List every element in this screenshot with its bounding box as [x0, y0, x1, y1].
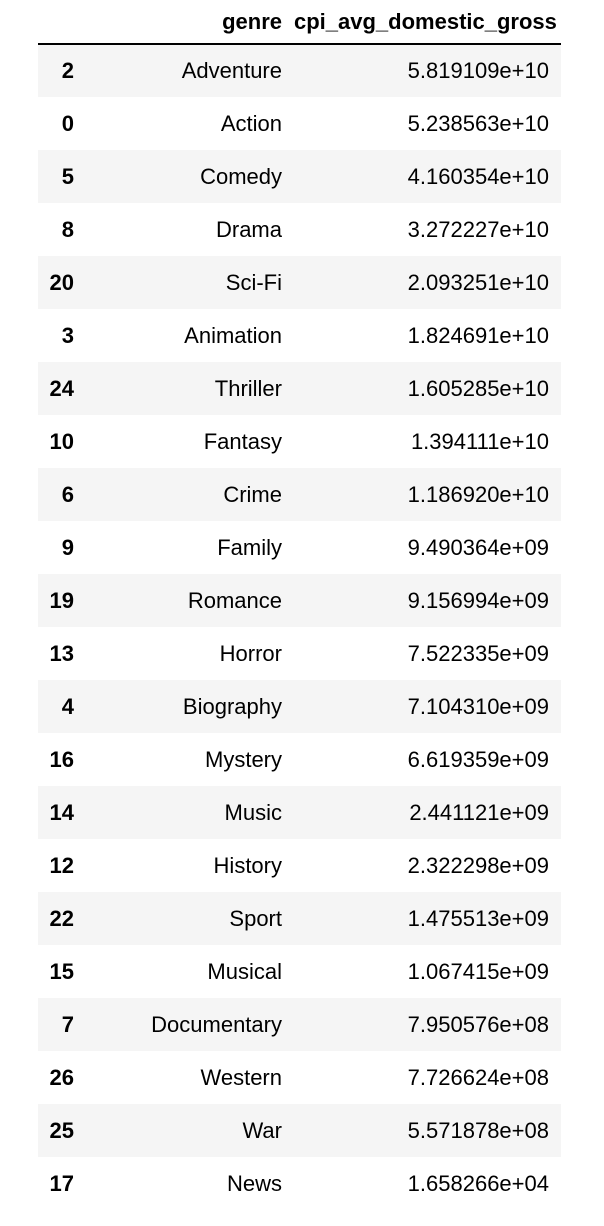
- value-cell: 4.160354e+10: [407, 163, 549, 189]
- index-header: [38, 0, 86, 45]
- value-cell: 5.238563e+10: [407, 110, 549, 136]
- table-row: 25 War 5.571878e+08: [38, 1104, 561, 1157]
- genre-gross-table: genre cpi_avg_domestic_gross 2 Adventure…: [38, 0, 561, 1210]
- genre-cell: Music: [224, 799, 282, 825]
- genre-cell: Documentary: [151, 1011, 282, 1037]
- genre-cell: Drama: [215, 216, 282, 242]
- value-cell: 1.605285e+10: [407, 375, 549, 401]
- table-row: 0 Action 5.238563e+10: [38, 97, 561, 150]
- value-cell: 9.156994e+09: [407, 587, 549, 613]
- row-index: 7: [61, 1011, 74, 1037]
- table-row: 6 Crime 1.186920e+10: [38, 468, 561, 521]
- table-row: 4 Biography 7.104310e+09: [38, 680, 561, 733]
- value-column-header: cpi_avg_domestic_gross: [294, 0, 561, 45]
- table-row: 3 Animation 1.824691e+10: [38, 309, 561, 362]
- row-index: 2: [61, 58, 74, 83]
- genre-cell: History: [213, 852, 282, 878]
- genre-cell: Fantasy: [203, 428, 282, 454]
- row-index: 9: [61, 534, 74, 560]
- value-cell: 1.658266e+04: [407, 1170, 549, 1196]
- row-index: 17: [49, 1170, 74, 1196]
- genre-cell: Mystery: [205, 746, 282, 772]
- table-row: 2 Adventure 5.819109e+10: [38, 44, 561, 97]
- table-row: 20 Sci-Fi 2.093251e+10: [38, 256, 561, 309]
- table-row: 8 Drama 3.272227e+10: [38, 203, 561, 256]
- dataframe-output: genre cpi_avg_domestic_gross 2 Adventure…: [0, 0, 604, 1226]
- value-cell: 7.950576e+08: [407, 1011, 549, 1037]
- table-row: 10 Fantasy 1.394111e+10: [38, 415, 561, 468]
- row-index: 16: [49, 746, 74, 772]
- value-cell: 1.824691e+10: [407, 322, 549, 348]
- value-cell: 6.619359e+09: [407, 746, 549, 772]
- value-cell: 2.322298e+09: [407, 852, 549, 878]
- genre-cell: News: [226, 1170, 282, 1196]
- row-index: 26: [49, 1064, 74, 1090]
- value-cell: 1.186920e+10: [407, 481, 549, 507]
- genre-cell: Sport: [229, 905, 282, 931]
- table-row: 22 Sport 1.475513e+09: [38, 892, 561, 945]
- genre-cell: Family: [217, 534, 282, 560]
- row-index: 13: [49, 640, 74, 666]
- table-row: 7 Documentary 7.950576e+08: [38, 998, 561, 1051]
- row-index: 6: [61, 481, 74, 507]
- table-row: 5 Comedy 4.160354e+10: [38, 150, 561, 203]
- table-row: 9 Family 9.490364e+09: [38, 521, 561, 574]
- genre-cell: Musical: [207, 958, 282, 984]
- genre-cell: Comedy: [200, 163, 282, 189]
- value-cell: 3.272227e+10: [407, 216, 549, 242]
- value-cell: 7.726624e+08: [407, 1064, 549, 1090]
- table-row: 26 Western 7.726624e+08: [38, 1051, 561, 1104]
- genre-column-header: genre: [86, 0, 294, 45]
- value-cell: 5.819109e+10: [407, 58, 549, 83]
- table-row: 14 Music 2.441121e+09: [38, 786, 561, 839]
- row-index: 8: [61, 216, 74, 242]
- row-index: 3: [61, 322, 74, 348]
- table-row: 16 Mystery 6.619359e+09: [38, 733, 561, 786]
- value-cell: 9.490364e+09: [407, 534, 549, 560]
- table-row: 15 Musical 1.067415e+09: [38, 945, 561, 998]
- row-index: 4: [61, 693, 74, 719]
- genre-cell: War: [242, 1117, 282, 1143]
- table-row: 17 News 1.658266e+04: [38, 1157, 561, 1210]
- row-index: 19: [49, 587, 74, 613]
- row-index: 24: [49, 375, 74, 401]
- row-index: 10: [49, 428, 74, 454]
- genre-cell: Romance: [187, 587, 282, 613]
- genre-cell: Sci-Fi: [225, 269, 282, 295]
- row-index: 20: [49, 269, 74, 295]
- genre-cell: Biography: [182, 693, 282, 719]
- genre-cell: Adventure: [181, 58, 282, 83]
- value-cell: 2.093251e+10: [407, 269, 549, 295]
- table-row: 13 Horror 7.522335e+09: [38, 627, 561, 680]
- genre-cell: Horror: [219, 640, 282, 666]
- table-row: 24 Thriller 1.605285e+10: [38, 362, 561, 415]
- row-index: 14: [49, 799, 74, 825]
- table-body: 2 Adventure 5.819109e+10 0 Action 5.2385…: [38, 44, 561, 1210]
- value-cell: 2.441121e+09: [409, 799, 549, 825]
- table-header: genre cpi_avg_domestic_gross: [38, 0, 561, 45]
- table-row: 12 History 2.322298e+09: [38, 839, 561, 892]
- value-cell: 1.394111e+10: [410, 428, 549, 454]
- row-index: 25: [49, 1117, 74, 1143]
- value-cell: 5.571878e+08: [407, 1117, 549, 1143]
- value-cell: 7.104310e+09: [407, 693, 549, 719]
- row-index: 12: [49, 852, 74, 878]
- value-cell: 7.522335e+09: [407, 640, 549, 666]
- genre-cell: Action: [220, 110, 282, 136]
- row-index: 15: [49, 958, 74, 984]
- row-index: 5: [61, 163, 74, 189]
- value-cell: 1.067415e+09: [407, 958, 549, 984]
- genre-cell: Western: [200, 1064, 282, 1090]
- genre-cell: Thriller: [214, 375, 282, 401]
- value-cell: 1.475513e+09: [407, 905, 549, 931]
- row-index: 22: [49, 905, 74, 931]
- genre-cell: Crime: [223, 481, 282, 507]
- genre-cell: Animation: [184, 322, 282, 348]
- row-index: 0: [61, 110, 74, 136]
- table-row: 19 Romance 9.156994e+09: [38, 574, 561, 627]
- header-row: genre cpi_avg_domestic_gross: [38, 0, 561, 45]
